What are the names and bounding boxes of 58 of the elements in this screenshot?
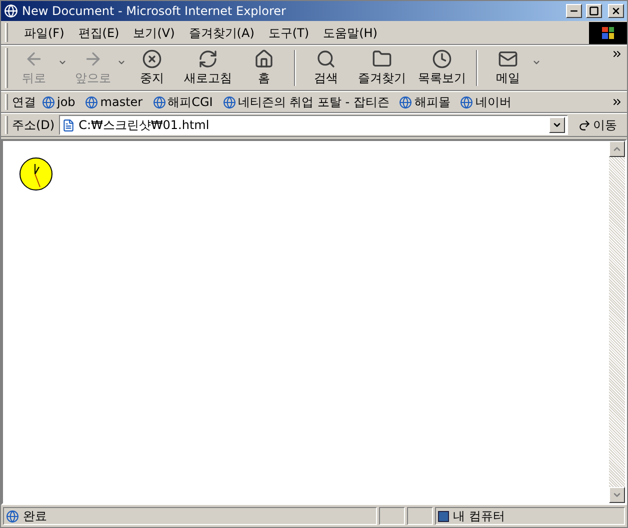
toolbar-button[interactable]: 중지 (126, 49, 178, 87)
status-panel (407, 507, 433, 525)
page-icon (399, 96, 412, 108)
link-button[interactable]: 네이버 (460, 93, 512, 111)
stop-icon (142, 49, 162, 69)
more-icon[interactable] (611, 96, 623, 108)
page-icon (460, 96, 474, 108)
status-text: 완료 (23, 508, 47, 525)
menu-item[interactable]: 파일(F) (20, 24, 68, 42)
more-icon[interactable] (611, 48, 623, 60)
arrow-icon (578, 118, 591, 132)
scroll-down-button[interactable] (609, 487, 625, 503)
caret-icon (552, 120, 562, 130)
go-button[interactable]: 이동 (572, 116, 623, 134)
folder-icon (372, 49, 392, 69)
status-panel (379, 507, 405, 525)
toolbar-button[interactable]: 즐겨찾기 (352, 49, 412, 87)
link-button[interactable]: master (85, 93, 143, 111)
dropdown-button[interactable] (549, 117, 565, 133)
page-icon (42, 96, 55, 108)
mail-icon (498, 49, 518, 69)
menu-item[interactable]: 즐겨찾기(A) (184, 24, 258, 42)
home-icon (254, 49, 274, 69)
scroll-up-button[interactable] (609, 141, 625, 157)
link-button[interactable]: 해피CGI (152, 93, 213, 111)
page-icon (85, 96, 98, 108)
menu-item[interactable]: 도움말(H) (319, 24, 382, 42)
address-label: 주소(D) (12, 117, 55, 134)
page-icon (6, 510, 19, 522)
toolbar-button[interactable]: 목록보기 (412, 49, 472, 87)
maximize-icon[interactable] (586, 4, 602, 18)
menu-item[interactable]: 편집(E) (74, 24, 124, 42)
link-button[interactable]: job (42, 93, 76, 111)
windows-logo-icon (589, 22, 627, 44)
link-button[interactable]: 네티즌의 취업 포탈 - 잡티즌 (222, 93, 390, 111)
link-button[interactable]: 해피몰 (399, 93, 450, 111)
menu-item[interactable]: 도구(T) (264, 24, 314, 42)
scrollbar[interactable] (609, 141, 625, 503)
address-field[interactable]: C:₩스크린샷₩01.html (58, 115, 568, 135)
minimize-icon[interactable] (566, 4, 582, 18)
search-icon (316, 49, 336, 69)
menu-item[interactable]: 보기(V) (129, 24, 179, 42)
computer-icon (438, 510, 449, 522)
page-icon (222, 96, 236, 108)
browser-icon (4, 4, 18, 18)
zone-text: 내 컴퓨터 (453, 508, 505, 525)
clock-icon (432, 49, 452, 69)
toolbar-button[interactable]: 새로고침 (178, 49, 238, 87)
toolbar-button[interactable]: 검색 (300, 49, 352, 87)
page-icon (152, 96, 166, 108)
clock-icon (19, 157, 53, 191)
window-title: New Document - Microsoft Internet Explorer (22, 3, 287, 20)
close-icon[interactable] (608, 4, 624, 18)
page-icon (62, 118, 75, 132)
toolbar-button[interactable]: 홈 (238, 49, 290, 87)
links-label: 연결 (12, 94, 36, 111)
toolbar-button[interactable]: 메일 (482, 49, 534, 87)
refresh-icon (198, 49, 218, 69)
